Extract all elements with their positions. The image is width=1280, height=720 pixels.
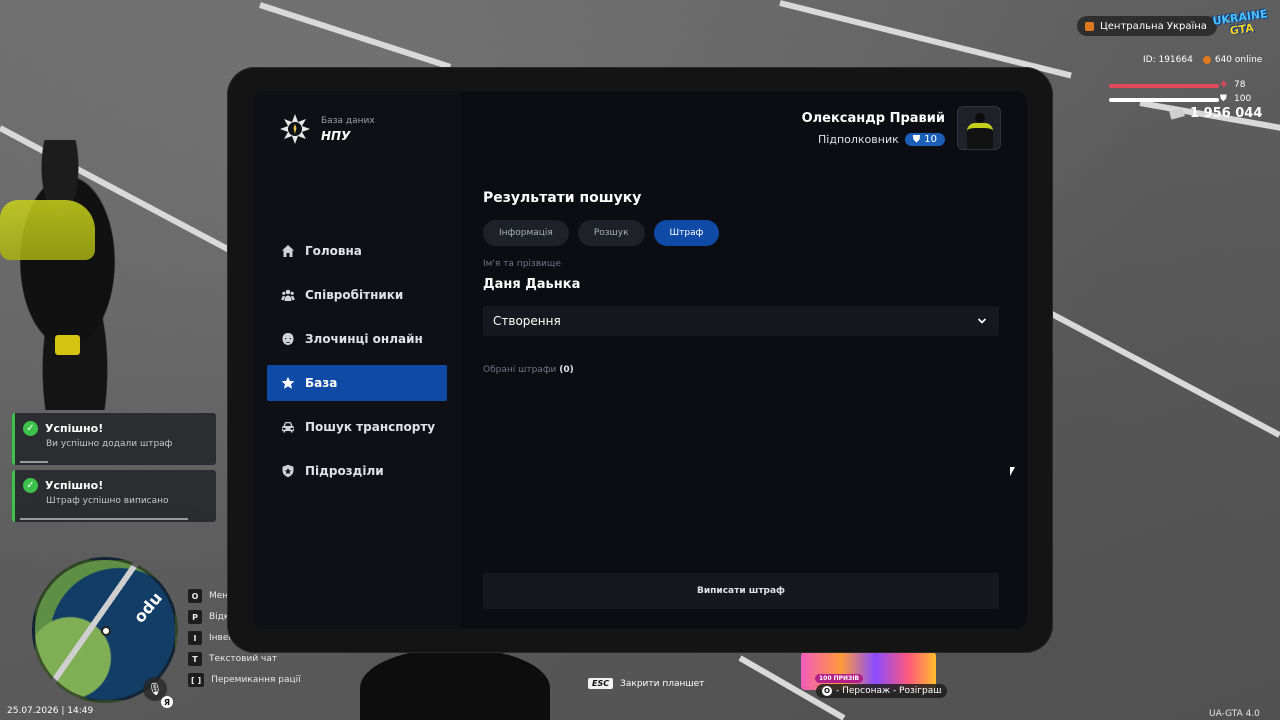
hotkey-key: I: [188, 631, 202, 645]
mouse-cursor-icon: [1010, 467, 1015, 476]
health-value: 78: [1234, 80, 1246, 90]
close-tablet-hint: ESC Закрити планшет: [588, 678, 704, 689]
notification-text: Ви успішно додали штраф: [46, 439, 173, 449]
armor-value: 100: [1234, 94, 1252, 104]
money-value: 1 956 044: [1190, 106, 1263, 121]
car-icon: [282, 422, 294, 433]
promo-hint: O - Персонаж - Розіграш: [816, 684, 948, 698]
brand-subtitle: База даних: [321, 115, 375, 126]
hi-vis-vest: [0, 200, 95, 260]
hotkey-label: Перемикання рації: [211, 675, 301, 685]
name-label: Ім'я та прізвище: [483, 259, 561, 269]
notification-success: ✓ Успішно! Ви успішно додали штраф: [12, 413, 216, 465]
star-icon: [281, 376, 295, 389]
vehicle: [360, 648, 550, 720]
notification-title: Успішно!: [45, 422, 104, 435]
sidebar-item-label: Співробітники: [305, 288, 404, 302]
issue-fine-button[interactable]: Виписати штраф: [483, 573, 999, 609]
region-name: Центральна Україна: [1100, 20, 1207, 32]
sidebar-item-label: Підрозділи: [305, 464, 384, 478]
esc-key: ESC: [588, 678, 614, 689]
health-bar: [1109, 84, 1219, 88]
region-indicator: Центральна Україна: [1077, 16, 1217, 36]
health-icon: ✚: [1220, 80, 1228, 90]
brand-title: НПУ: [321, 128, 351, 143]
game-logo-bottom: GTA: [1228, 21, 1255, 38]
cash-icon: [1169, 107, 1185, 120]
home-icon: [282, 245, 294, 257]
date-time: 25.07.2026 | 14:49: [7, 706, 94, 716]
armor-bar: [1109, 98, 1219, 102]
sidebar-item-label: Головна: [305, 244, 362, 258]
player-info: ID: 191664 640 online: [1143, 55, 1262, 65]
map-label: odu: [129, 588, 167, 627]
notification-title: Успішно!: [45, 479, 104, 492]
hotkey-key: T: [188, 652, 202, 666]
sidebar-item-database[interactable]: База: [267, 365, 447, 401]
tab-information[interactable]: Інформація: [483, 220, 569, 246]
mask-icon: [282, 333, 294, 345]
sidebar-item-home[interactable]: Головна: [267, 233, 447, 269]
region-icon: [1085, 21, 1094, 31]
sidebar-item-vehicle-search[interactable]: Пошук транспорту: [267, 409, 447, 445]
fine-type-value: Створення: [493, 314, 561, 328]
promo-label: - Персонаж - Розіграш: [836, 686, 942, 696]
online-icon: [1202, 55, 1211, 64]
brand: База даних НПУ: [279, 113, 375, 145]
game-version: UA-GTA 4.0: [1209, 709, 1260, 719]
hotkey-item: T Текстовий чат: [188, 651, 301, 667]
notification-progress: [20, 518, 188, 520]
money-display: 1 956 044: [1169, 106, 1263, 121]
result-tabs: Інформація Розшук Штраф: [483, 220, 720, 246]
check-icon: ✓: [23, 478, 38, 493]
hotkey-key: [ ]: [188, 673, 205, 687]
player-id: ID: 191664: [1143, 55, 1193, 65]
shield-icon: [282, 464, 294, 478]
notification-success: ✓ Успішно! Штраф успішно виписано: [12, 470, 216, 522]
sidebar-item-units[interactable]: Підрозділи: [267, 453, 447, 489]
hotkey-key: O: [188, 589, 202, 603]
road-marking: [259, 2, 452, 70]
language-indicator: Я: [161, 696, 173, 708]
selected-fines: Обрані штрафи (0): [483, 365, 574, 375]
tablet-screen: База даних НПУ Головна Співробітники Зло…: [253, 91, 1027, 629]
online-count: 640 online: [1202, 55, 1262, 65]
hotkey-label: Текстовий чат: [209, 654, 278, 664]
notification-progress: [20, 461, 48, 463]
selected-fines-label: Обрані штрафи: [483, 365, 557, 375]
check-icon: ✓: [23, 421, 38, 436]
selected-fines-count: (0): [559, 365, 574, 375]
road-marking: [1048, 310, 1280, 438]
sidebar-item-employees[interactable]: Співробітники: [267, 277, 447, 313]
sidebar-nav: Головна Співробітники Злочинці онлайн Ба…: [267, 233, 447, 497]
sidebar-item-criminals-online[interactable]: Злочинці онлайн: [267, 321, 447, 357]
player-blip-icon: [101, 626, 111, 636]
police-star-icon: [280, 114, 310, 144]
notification-text: Штраф успішно виписано: [46, 496, 169, 506]
hotkey-item: [ ] Перемикання рації: [188, 672, 301, 688]
armor-icon: ⛊: [1220, 94, 1227, 104]
sidebar-item-label: Пошук транспорту: [305, 420, 436, 434]
promo-key: O: [822, 686, 832, 696]
tab-wanted[interactable]: Розшук: [577, 220, 645, 246]
sidebar-item-label: Злочинці онлайн: [305, 332, 423, 346]
fine-type-select[interactable]: Створення: [483, 306, 999, 336]
citizen-name: Даня Дaьнка: [483, 277, 581, 292]
users-icon: [281, 289, 295, 301]
sidebar: База даних НПУ Головна Співробітники Зло…: [253, 91, 461, 629]
tab-fine[interactable]: Штраф: [653, 220, 720, 246]
search-results-panel: Результати пошуку Інформація Розшук Штра…: [483, 91, 1003, 629]
close-tablet-label: Закрити планшет: [620, 678, 705, 689]
sidebar-item-label: База: [305, 376, 338, 390]
promo-badge: 100 ПРИЗІВ: [815, 674, 864, 683]
player-character: [0, 140, 150, 410]
taser: [55, 335, 80, 355]
hotkey-key: P: [188, 610, 202, 624]
page-title: Результати пошуку: [483, 190, 642, 206]
chevron-down-icon: [977, 318, 987, 324]
